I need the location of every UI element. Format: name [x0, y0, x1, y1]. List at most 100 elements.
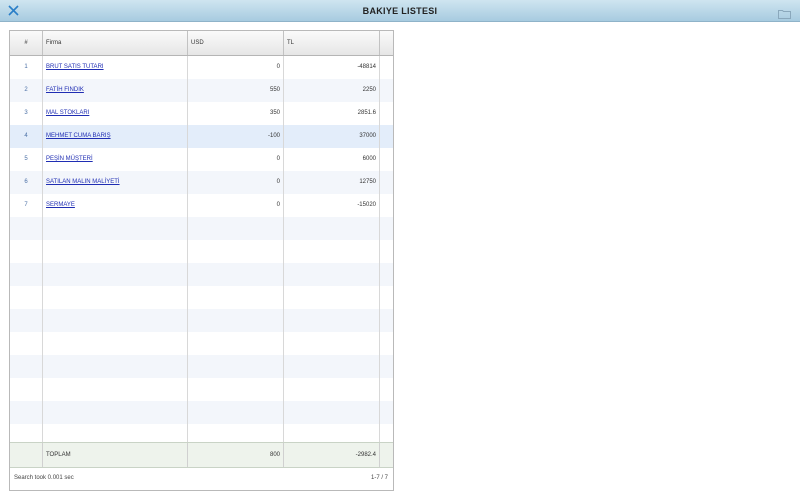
row-firma	[43, 309, 188, 332]
footer-total-tl: -2982.4	[284, 443, 380, 467]
footer-index-cell	[10, 443, 43, 467]
row-index	[10, 286, 43, 309]
row-tl	[284, 378, 380, 401]
row-spacer	[380, 355, 393, 378]
firma-link[interactable]: SATILAN MALIN MALİYETİ	[46, 179, 120, 185]
firma-link[interactable]: BRUT SATIS TUTARI	[46, 64, 104, 70]
row-spacer	[380, 148, 393, 171]
row-usd: 550	[188, 79, 284, 102]
row-index: 7	[10, 194, 43, 217]
table-row[interactable]: 1 BRUT SATIS TUTARI 0 -48814	[10, 56, 393, 79]
row-index	[10, 309, 43, 332]
row-usd	[188, 401, 284, 424]
row-tl: 6000	[284, 148, 380, 171]
table-row[interactable]: 3 MAL STOKLARI 350 2851.6	[10, 102, 393, 125]
footer-total-usd: 800	[188, 443, 284, 467]
row-firma	[43, 263, 188, 286]
row-usd	[188, 309, 284, 332]
row-spacer	[380, 263, 393, 286]
row-index	[10, 217, 43, 240]
firma-link[interactable]: MEHMET CUMA BARIŞ	[46, 133, 111, 139]
table-row[interactable]: 6 SATILAN MALIN MALİYETİ 0 12750	[10, 171, 393, 194]
row-spacer	[380, 401, 393, 424]
status-bar: Search took 0.001 sec 1-7 / 7	[10, 467, 393, 489]
empty-row	[10, 401, 393, 424]
firma-link[interactable]: SERMAYE	[46, 202, 75, 208]
row-tl: 2250	[284, 79, 380, 102]
row-tl	[284, 401, 380, 424]
row-usd	[188, 263, 284, 286]
row-tl	[284, 424, 380, 442]
row-firma	[43, 332, 188, 355]
row-usd	[188, 286, 284, 309]
row-usd: 0	[188, 171, 284, 194]
empty-row	[10, 240, 393, 263]
table-row[interactable]: 5 PEŞİN MÜŞTERİ 0 6000	[10, 148, 393, 171]
column-header-index[interactable]: #	[10, 31, 43, 55]
row-firma	[43, 355, 188, 378]
row-index	[10, 355, 43, 378]
row-index	[10, 378, 43, 401]
row-index: 4	[10, 125, 43, 148]
row-index	[10, 332, 43, 355]
row-firma	[43, 286, 188, 309]
row-firma: SERMAYE	[43, 194, 188, 217]
table-row[interactable]: 7 SERMAYE 0 -15020	[10, 194, 393, 217]
row-tl	[284, 309, 380, 332]
firma-link[interactable]: FATİH FINDIK	[46, 87, 84, 93]
row-firma: FATİH FINDIK	[43, 79, 188, 102]
row-index: 2	[10, 79, 43, 102]
row-usd	[188, 332, 284, 355]
row-tl: -15020	[284, 194, 380, 217]
row-spacer	[380, 309, 393, 332]
grid-body: 1 BRUT SATIS TUTARI 0 -48814 2 FATİH FINDIK 55…	[10, 56, 393, 442]
row-index	[10, 263, 43, 286]
table-row[interactable]: 4 MEHMET CUMA BARIŞ -100 37000	[10, 125, 393, 148]
empty-row	[10, 217, 393, 240]
row-index	[10, 424, 43, 442]
row-usd: 0	[188, 194, 284, 217]
grid-footer-totals: TOPLAM 800 -2982.4	[10, 442, 393, 468]
row-spacer	[380, 171, 393, 194]
row-spacer	[380, 194, 393, 217]
row-spacer	[380, 125, 393, 148]
row-firma: MEHMET CUMA BARIŞ	[43, 125, 188, 148]
row-firma: BRUT SATIS TUTARI	[43, 56, 188, 79]
empty-row	[10, 424, 393, 442]
column-header-tl[interactable]: TL	[284, 31, 380, 55]
row-spacer	[380, 102, 393, 125]
row-usd	[188, 217, 284, 240]
row-spacer	[380, 424, 393, 442]
row-index: 3	[10, 102, 43, 125]
footer-total-label: TOPLAM	[43, 443, 188, 467]
row-tl: -48814	[284, 56, 380, 79]
row-firma: MAL STOKLARI	[43, 102, 188, 125]
row-usd: 0	[188, 148, 284, 171]
row-firma: SATILAN MALIN MALİYETİ	[43, 171, 188, 194]
row-index	[10, 240, 43, 263]
window-title: BAKIYE LISTESI	[362, 6, 438, 16]
grid-header: # Firma USD TL	[10, 31, 393, 56]
row-index: 6	[10, 171, 43, 194]
firma-link[interactable]: PEŞİN MÜŞTERİ	[46, 156, 93, 162]
firma-link[interactable]: MAL STOKLARI	[46, 110, 89, 116]
table-row[interactable]: 2 FATİH FINDIK 550 2250	[10, 79, 393, 102]
folder-button[interactable]	[778, 6, 791, 19]
column-header-usd[interactable]: USD	[188, 31, 284, 55]
column-header-spacer	[380, 31, 393, 55]
column-header-firma[interactable]: Firma	[43, 31, 188, 55]
row-usd	[188, 355, 284, 378]
row-spacer	[380, 286, 393, 309]
folder-icon	[778, 10, 791, 19]
row-spacer	[380, 378, 393, 401]
row-spacer	[380, 217, 393, 240]
row-tl	[284, 217, 380, 240]
row-usd: -100	[188, 125, 284, 148]
row-firma	[43, 378, 188, 401]
row-tl	[284, 332, 380, 355]
empty-row	[10, 332, 393, 355]
row-firma: PEŞİN MÜŞTERİ	[43, 148, 188, 171]
row-index: 5	[10, 148, 43, 171]
empty-row	[10, 378, 393, 401]
row-index: 1	[10, 56, 43, 79]
